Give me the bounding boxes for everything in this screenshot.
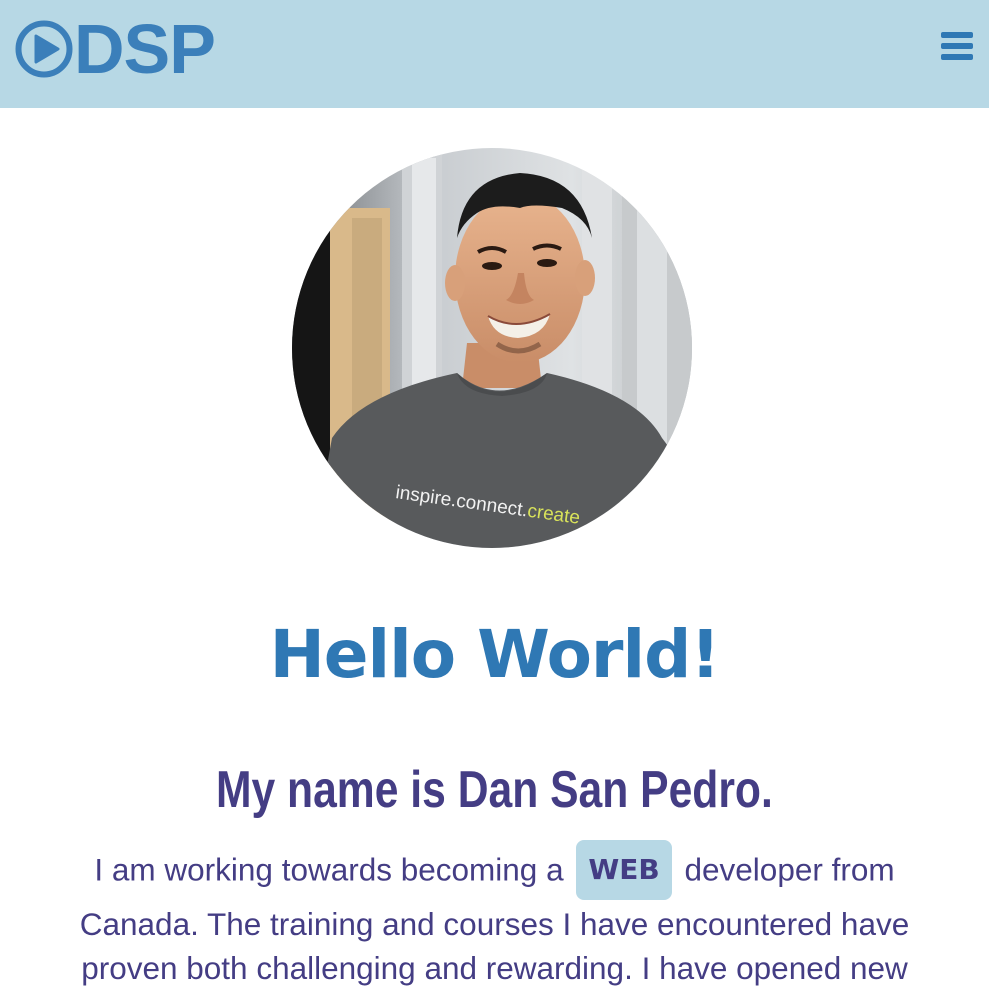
bio-paragraph: I am working towards becoming a WEB deve… bbox=[40, 840, 949, 989]
logo-text: DSP bbox=[74, 10, 216, 88]
greeting-heading: Hello World! bbox=[269, 616, 721, 693]
play-circle-icon bbox=[15, 20, 73, 78]
bio-text-before: I am working towards becoming a bbox=[94, 851, 564, 888]
site-logo[interactable]: DSP bbox=[14, 10, 226, 88]
menu-bar bbox=[941, 32, 973, 38]
hamburger-menu-button[interactable] bbox=[941, 32, 973, 60]
menu-bar bbox=[941, 43, 973, 49]
site-header: DSP bbox=[0, 0, 989, 108]
menu-bar bbox=[941, 54, 973, 60]
profile-photo: inspire.connect.create bbox=[292, 148, 692, 548]
web-badge: WEB bbox=[576, 840, 672, 900]
name-heading: My name is Dan San Pedro. bbox=[215, 761, 773, 819]
